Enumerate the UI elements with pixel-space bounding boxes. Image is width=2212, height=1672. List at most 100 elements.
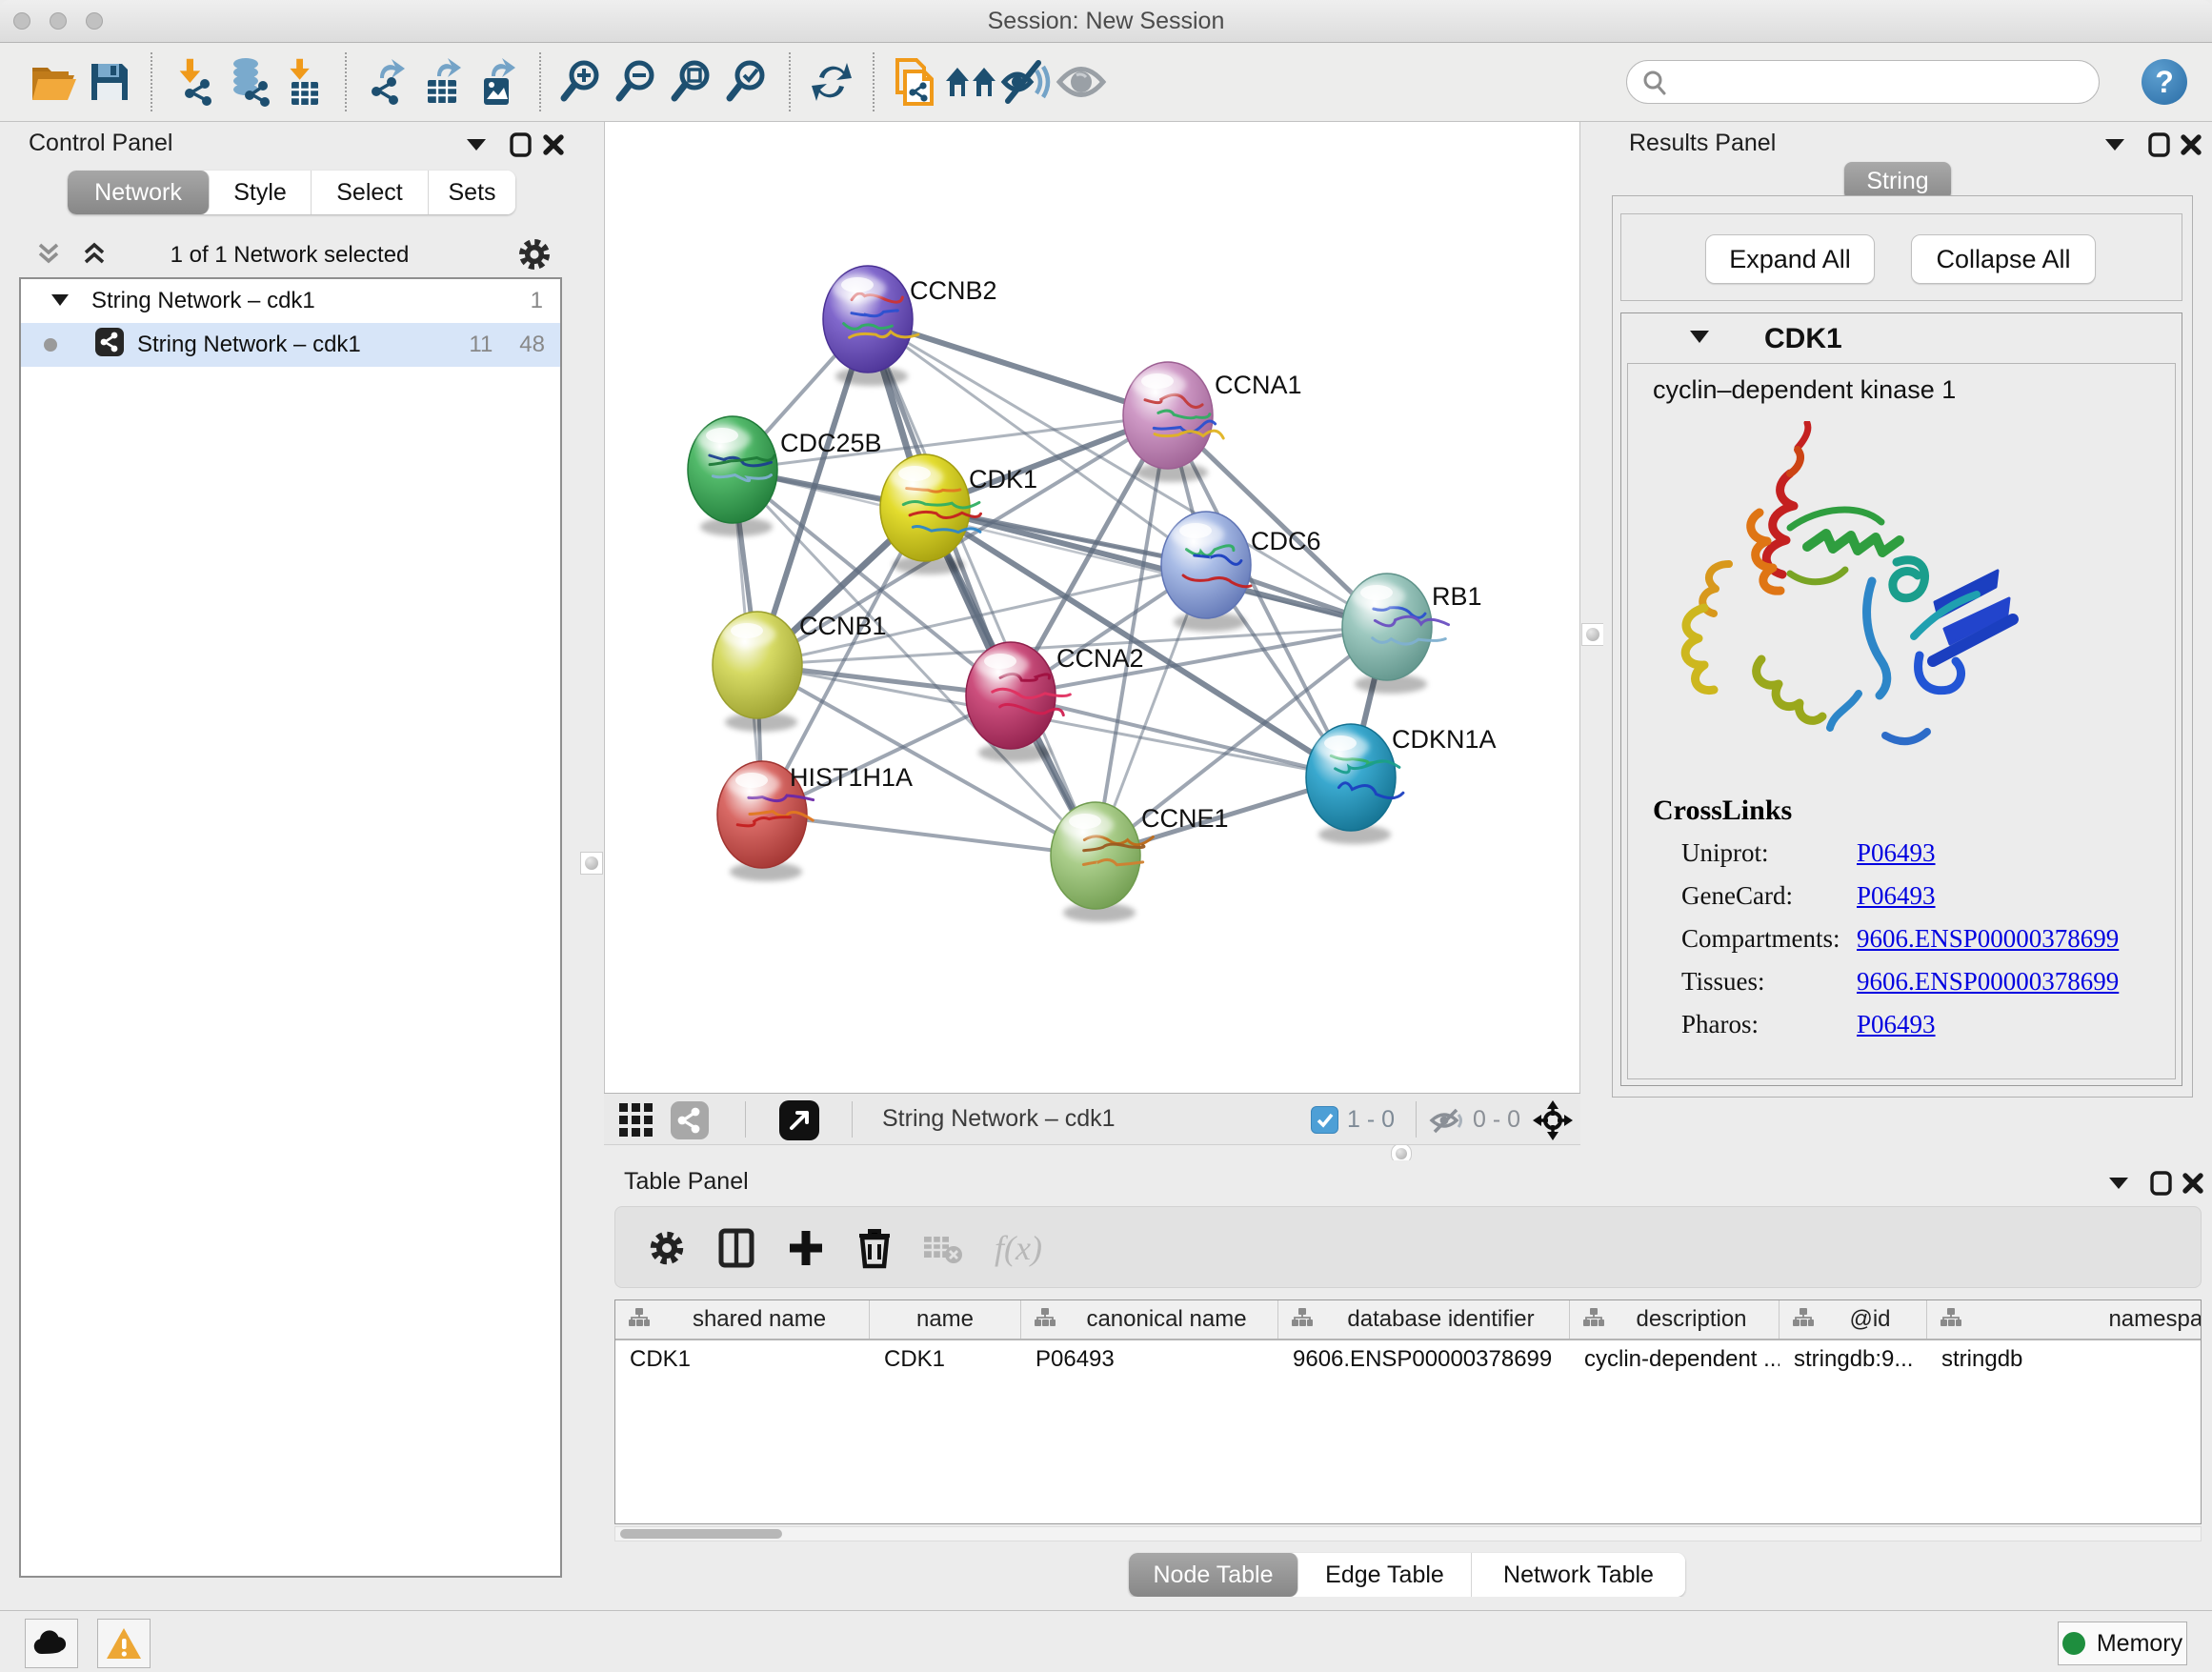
network-options-gear-icon[interactable]: [514, 234, 554, 279]
tab-edge-table[interactable]: Edge Table: [1298, 1553, 1472, 1597]
export-table-icon[interactable]: [415, 54, 471, 110]
table-cell[interactable]: CDK1: [870, 1340, 1021, 1379]
tab-network-table[interactable]: Network Table: [1472, 1553, 1685, 1597]
splitter-handle[interactable]: [580, 852, 603, 875]
tab-select[interactable]: Select: [312, 171, 429, 214]
crosslink-label: Tissues:: [1681, 967, 1765, 997]
show-graphics-details-icon[interactable]: [1054, 54, 1109, 110]
section-collapse-arrow-icon[interactable]: [1688, 329, 1711, 350]
apply-preferred-layout-icon[interactable]: [804, 54, 859, 110]
tab-sets[interactable]: Sets: [429, 171, 515, 214]
vertical-splitter-right[interactable]: [1580, 122, 1603, 1145]
column-header-namespace[interactable]: namespace: [1927, 1300, 2202, 1339]
memory-button[interactable]: Memory: [2058, 1622, 2187, 1665]
node-CDC25B[interactable]: [688, 416, 777, 536]
panel-collapse-icon[interactable]: [465, 137, 488, 157]
zoom-selected-icon[interactable]: [720, 54, 775, 110]
column-header-@id[interactable]: @id: [1780, 1300, 1927, 1339]
crosslink-row: Compartments:9606.ENSP00000378699: [1628, 924, 2175, 967]
select-first-neighbors-icon[interactable]: [943, 54, 998, 110]
zoom-in-icon[interactable]: [554, 54, 610, 110]
table-cell[interactable]: cyclin-dependent ...: [1570, 1340, 1780, 1379]
table-settings-gear-icon[interactable]: [642, 1223, 692, 1273]
panel-float-icon[interactable]: [509, 131, 533, 163]
birds-eye-view-icon[interactable]: [619, 1103, 654, 1142]
column-header-canonical-name[interactable]: canonical name: [1021, 1300, 1278, 1339]
open-session-icon[interactable]: [27, 54, 82, 110]
table-cell[interactable]: P06493: [1021, 1340, 1278, 1379]
toolbar-separator: [151, 52, 152, 111]
export-image-icon[interactable]: [471, 54, 526, 110]
expand-all-button[interactable]: Expand All: [1705, 234, 1875, 284]
node-CDK1[interactable]: [880, 454, 981, 574]
tab-style[interactable]: Style: [210, 171, 312, 214]
crosslink-link[interactable]: P06493: [1857, 1010, 1936, 1039]
column-header-shared-name[interactable]: shared name: [615, 1300, 870, 1339]
node-CCNA2[interactable]: [966, 642, 1070, 762]
node-label-HIST1H1A: HIST1H1A: [790, 763, 913, 792]
vertical-splitter-left[interactable]: [579, 122, 604, 1160]
table-cell[interactable]: CDK1: [615, 1340, 870, 1379]
import-network-from-database-icon[interactable]: [221, 54, 276, 110]
import-table-from-file-icon[interactable]: [276, 54, 332, 110]
network-tree-item-row[interactable]: String Network – cdk1 11 48: [21, 323, 560, 367]
panel-float-icon[interactable]: [2147, 131, 2172, 163]
crosslink-link[interactable]: 9606.ENSP00000378699: [1857, 924, 2119, 954]
zoom-out-icon[interactable]: [610, 54, 665, 110]
crosslink-link[interactable]: P06493: [1857, 838, 1936, 868]
selected-indicator-checkbox[interactable]: [1311, 1106, 1338, 1134]
column-header-description[interactable]: description: [1570, 1300, 1780, 1339]
delete-column-icon[interactable]: [850, 1223, 899, 1273]
network-overview-icon[interactable]: [671, 1101, 709, 1144]
search-input[interactable]: [1626, 60, 2100, 104]
add-column-icon[interactable]: [781, 1223, 831, 1273]
node-CCNB2[interactable]: [823, 266, 918, 386]
save-session-icon[interactable]: [82, 54, 137, 110]
table-horizontal-scrollbar[interactable]: [614, 1526, 2202, 1541]
node-CCNB1[interactable]: [713, 612, 802, 732]
column-header-label: description: [1604, 1306, 1779, 1333]
edge-CCNA2-CDKN1A[interactable]: [1011, 695, 1351, 777]
crosslink-link[interactable]: 9606.ENSP00000378699: [1857, 967, 2119, 997]
panel-float-icon[interactable]: [2149, 1170, 2174, 1201]
crosslink-link[interactable]: P06493: [1857, 881, 1936, 911]
export-network-icon[interactable]: [360, 54, 415, 110]
column-type-icon: [1583, 1306, 1604, 1333]
warnings-button[interactable]: [97, 1619, 151, 1668]
splitter-handle[interactable]: [1581, 623, 1604, 646]
panel-collapse-icon[interactable]: [2107, 1176, 2130, 1196]
table-cell[interactable]: 9606.ENSP00000378699: [1278, 1340, 1570, 1379]
string-results-container: Expand All Collapse All CDK1 cyclin–depe…: [1612, 195, 2193, 1098]
horizontal-splitter[interactable]: [604, 1146, 2212, 1160]
panel-close-icon[interactable]: [2181, 1170, 2205, 1201]
network-canvas[interactable]: CCNB2CCNA1CDC25BCDK1CDC6RB1CCNB1CCNA2CDK…: [605, 122, 1579, 1091]
edge-CCNB2-CCNA1[interactable]: [868, 319, 1168, 415]
open-view-in-window-icon[interactable]: [779, 1100, 819, 1145]
pan-crosshair-icon[interactable]: [1532, 1099, 1574, 1146]
scrollbar-thumb[interactable]: [620, 1529, 782, 1539]
tree-expand-arrow-icon[interactable]: [50, 288, 70, 314]
results-tab-string[interactable]: String: [1844, 162, 1951, 200]
table-cell[interactable]: stringdb: [1927, 1340, 2202, 1379]
column-header-database-identifier[interactable]: database identifier: [1278, 1300, 1570, 1339]
tab-node-table[interactable]: Node Table: [1129, 1553, 1298, 1597]
hide-selection-icon[interactable]: [998, 54, 1054, 110]
tab-network[interactable]: Network: [68, 171, 210, 214]
column-header-label: @id: [1814, 1306, 1926, 1333]
collapse-all-button[interactable]: Collapse All: [1911, 234, 2096, 284]
network-tree-root-row[interactable]: String Network – cdk1 1: [21, 279, 560, 323]
help-button[interactable]: ?: [2142, 59, 2187, 105]
show-columns-icon[interactable]: [712, 1223, 761, 1273]
panel-close-icon[interactable]: [541, 131, 566, 163]
clone-network-icon[interactable]: [888, 54, 943, 110]
node-CDKN1A[interactable]: [1306, 724, 1403, 844]
column-header-name[interactable]: name: [870, 1300, 1021, 1339]
panel-close-icon[interactable]: [2179, 131, 2203, 163]
import-network-from-file-icon[interactable]: [166, 54, 221, 110]
cloud-status-button[interactable]: [25, 1619, 78, 1668]
zoom-fit-content-icon[interactable]: [665, 54, 720, 110]
panel-collapse-icon[interactable]: [2103, 137, 2126, 157]
table-row[interactable]: CDK1CDK1P064939606.ENSP00000378699cyclin…: [615, 1340, 2202, 1379]
table-cell[interactable]: stringdb:9...: [1780, 1340, 1927, 1379]
protein-section-header[interactable]: CDK1: [1621, 313, 2182, 363]
